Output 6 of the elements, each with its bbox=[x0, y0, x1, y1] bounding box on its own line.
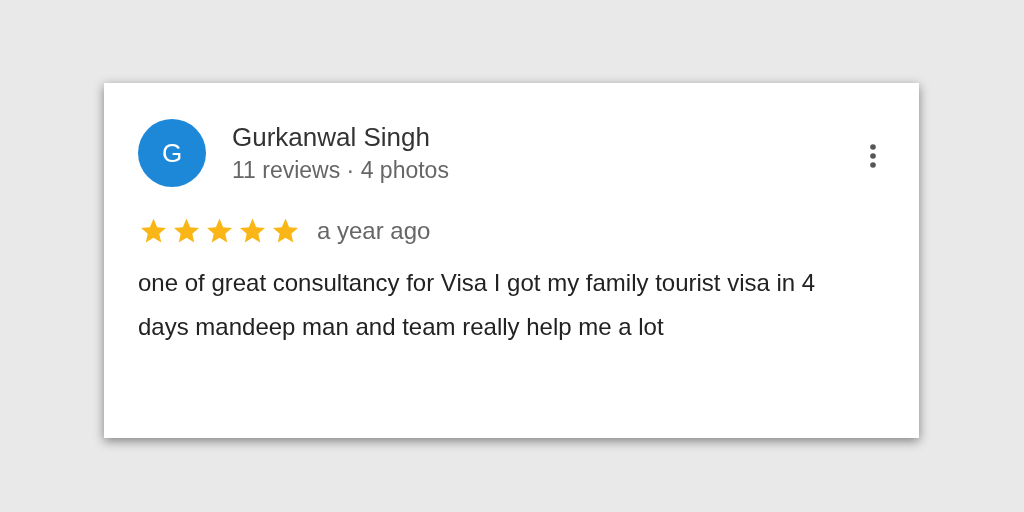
review-time: a year ago bbox=[317, 216, 431, 246]
author-name: Gurkanwal Singh bbox=[232, 121, 431, 154]
review-text: one of great consultancy for Visa I got my family tourist visa in 4 days mandeep man and team really help me a lot bbox=[138, 268, 817, 342]
author-stats: 11 reviews · 4 photos bbox=[232, 156, 449, 185]
avatar: G bbox=[138, 119, 206, 187]
more-options-icon[interactable] bbox=[869, 143, 877, 169]
